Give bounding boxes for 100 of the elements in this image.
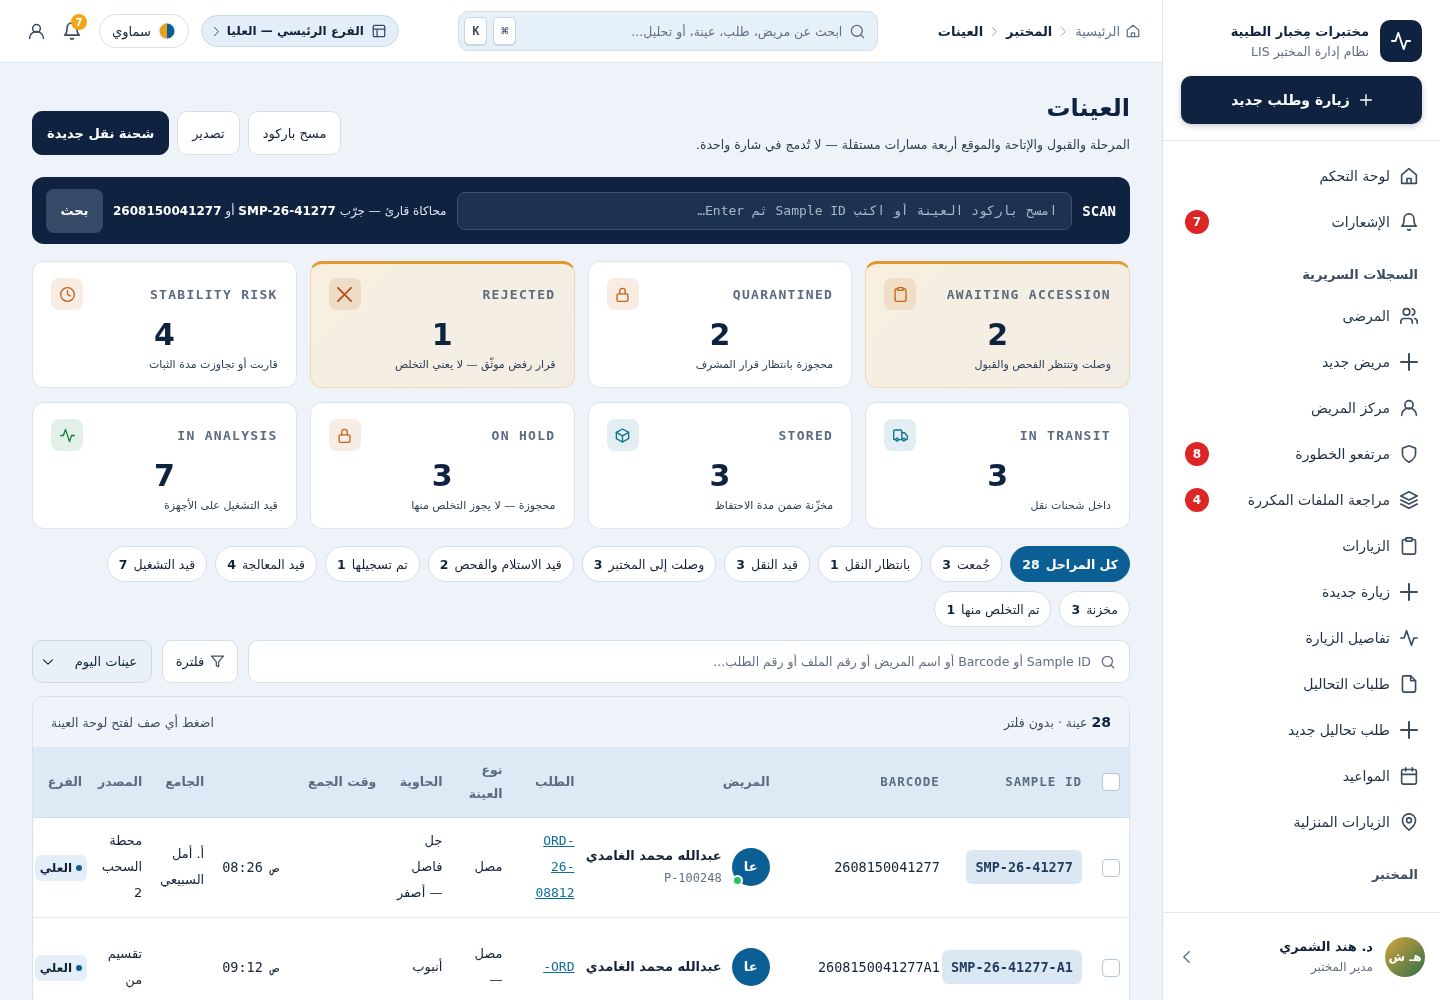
- user-icon: [1400, 399, 1418, 417]
- order-link[interactable]: ORD-: [543, 954, 575, 981]
- new-visit-button[interactable]: زيارة وطلب جديد: [1181, 76, 1422, 124]
- clipboard-icon: [1400, 537, 1418, 555]
- nav-item[interactable]: مركز المريض: [1185, 388, 1418, 428]
- column-header: BARCODE: [880, 773, 940, 789]
- nav-item[interactable]: مراجعة الملفات المكررة: [1209, 480, 1418, 520]
- dot-icon: [76, 864, 83, 871]
- card-label: ON HOLD: [491, 427, 556, 443]
- scan-barcode-button[interactable]: مسح باركود: [247, 111, 342, 155]
- order-link[interactable]: ORD-26-08812: [520, 828, 575, 906]
- branch-name: العلي: [39, 859, 73, 877]
- theme-button[interactable]: سماوي: [99, 14, 189, 48]
- column-header: المريض: [722, 773, 770, 789]
- patient-avatar: عا: [731, 948, 770, 986]
- map-pin-icon: [1400, 813, 1418, 831]
- search-input[interactable]: Sample ID أو Barcode أو اسم المريض أو رقم الملف أو رقم الطلب...: [263, 646, 1093, 677]
- shortcut-key: ⌘: [493, 17, 517, 45]
- column-header: نوع العينة: [468, 761, 503, 801]
- card-label: AWAITING ACCESSION: [946, 286, 1111, 302]
- filter-button[interactable]: فلترة: [162, 640, 238, 683]
- nav-item[interactable]: تفاصيل الزيارة: [1185, 618, 1418, 658]
- bell-icon: [1400, 213, 1418, 231]
- card-description: قاربت أو تجاوزت مدة الثبات: [147, 356, 278, 373]
- search-field[interactable]: Sample ID أو Barcode أو اسم المريض أو رقم الملف أو رقم الطلب...: [248, 640, 1130, 683]
- card-value: 3: [986, 459, 1010, 493]
- collection-time: 08:26 ص: [222, 858, 280, 875]
- nav-item[interactable]: مرتفعو الخطورة: [1209, 434, 1418, 474]
- plus-icon: [1359, 94, 1372, 106]
- row-checkbox[interactable]: [1102, 958, 1120, 977]
- select-all-checkbox[interactable]: [1102, 772, 1120, 791]
- chevron-icon[interactable]: [1183, 950, 1190, 963]
- section-heading: المختبر: [1370, 866, 1418, 884]
- breadcrumb-current: العينات: [937, 23, 984, 39]
- new-shipment-button[interactable]: شحنة نقل جديدة: [32, 111, 170, 155]
- breadcrumb-link[interactable]: المختبر: [1006, 23, 1053, 39]
- search-input[interactable]: ابحث عن مريض، طلب، عينة، أو تحليل...: [522, 16, 845, 46]
- nav-item[interactable]: الزيارات المنزلية: [1185, 802, 1418, 842]
- container-text: أنبوب: [412, 959, 443, 974]
- count-badge: 8: [1185, 442, 1209, 466]
- plus-icon: [1400, 721, 1418, 739]
- search-icon: [850, 23, 866, 39]
- card-description: محجوزة بانتظار قرار المشرف: [694, 357, 834, 373]
- branch-selector[interactable]: الفرع الرئيسي — العليا: [200, 15, 399, 47]
- nav-item[interactable]: مريض جديد: [1185, 342, 1418, 382]
- nav-item[interactable]: المواعيد: [1185, 756, 1418, 796]
- branch-name: العلي: [39, 959, 73, 977]
- chevron-icon: [1061, 26, 1067, 36]
- nav-item[interactable]: طلب تحاليل جديد: [1185, 710, 1418, 750]
- users-icon: [1400, 307, 1418, 325]
- home-icon: [1400, 167, 1418, 185]
- chevron-icon: [213, 26, 219, 36]
- nav-item[interactable]: لوحة التحكم: [1185, 156, 1418, 196]
- card-description: وصلت وتنتظر الفحص والقبول: [973, 357, 1111, 373]
- card-description: مخزّنة ضمن مدة الاحتفاظ: [713, 498, 834, 514]
- column-header: المصدر: [98, 773, 143, 789]
- card-value: 3: [430, 459, 454, 493]
- nav-item[interactable]: الزيارات: [1185, 526, 1418, 566]
- search-button[interactable]: بحث: [46, 188, 103, 233]
- shortcut-key: K: [464, 17, 488, 45]
- card-value: 2: [708, 318, 732, 352]
- user-avatar: هـ ش: [1385, 936, 1425, 977]
- user-name: د. هند الشمري: [1278, 939, 1373, 954]
- nav-item[interactable]: طلبات التحاليل: [1185, 664, 1418, 704]
- breadcrumb-link[interactable]: الرئيسية: [1075, 23, 1140, 39]
- card-description: محجوزة — لا يجوز التخلص منها: [410, 498, 556, 514]
- source-text: محطة السحب 2: [101, 833, 143, 900]
- card-description: قيد التشغيل على الأجهزة: [163, 497, 278, 514]
- card-label: IN TRANSIT: [1019, 427, 1111, 443]
- view-dropdown[interactable]: عينات اليوم: [32, 640, 152, 683]
- count-badge: 4: [1185, 488, 1209, 512]
- sample-type-text: مصل: [474, 859, 503, 874]
- row-checkbox[interactable]: [1102, 858, 1120, 877]
- card-value: 7: [152, 459, 176, 493]
- card-label: IN ANALYSIS: [177, 427, 278, 443]
- user-icon[interactable]: [28, 22, 45, 40]
- card-label: QUARANTINED: [732, 286, 834, 302]
- source-text: تقسيم من: [107, 946, 143, 987]
- nav-item[interactable]: زيارة جديدة: [1185, 572, 1418, 612]
- patient-avatar: عا: [731, 848, 770, 886]
- card-label: STORED: [778, 427, 834, 443]
- export-button[interactable]: تصدير: [177, 111, 240, 155]
- pulse-logo-icon: [1380, 20, 1422, 62]
- patient-file-number: P-100248: [662, 870, 722, 887]
- card-label: STABILITY RISK: [149, 286, 278, 302]
- card-value: 1: [430, 318, 454, 352]
- grid-icon: [371, 24, 386, 38]
- pulse-icon: [1400, 629, 1418, 647]
- column-header: وقت الجمع: [307, 773, 377, 789]
- nav-item[interactable]: الإشعارات: [1209, 202, 1418, 242]
- shield-icon: [1400, 445, 1418, 463]
- container-text: جل فاصل — أصفر: [396, 833, 443, 900]
- count-badge: 7: [1185, 210, 1209, 234]
- column-header: الطلب: [535, 773, 575, 789]
- nav-item[interactable]: المرضى: [1185, 296, 1418, 336]
- calendar-icon: [1400, 767, 1418, 785]
- section-heading: السجلات السريرية: [1301, 266, 1418, 284]
- collector-name: أ. أمل السبيعي: [160, 846, 205, 887]
- column-header: الجامع: [165, 773, 205, 789]
- card-value: 3: [708, 459, 732, 493]
